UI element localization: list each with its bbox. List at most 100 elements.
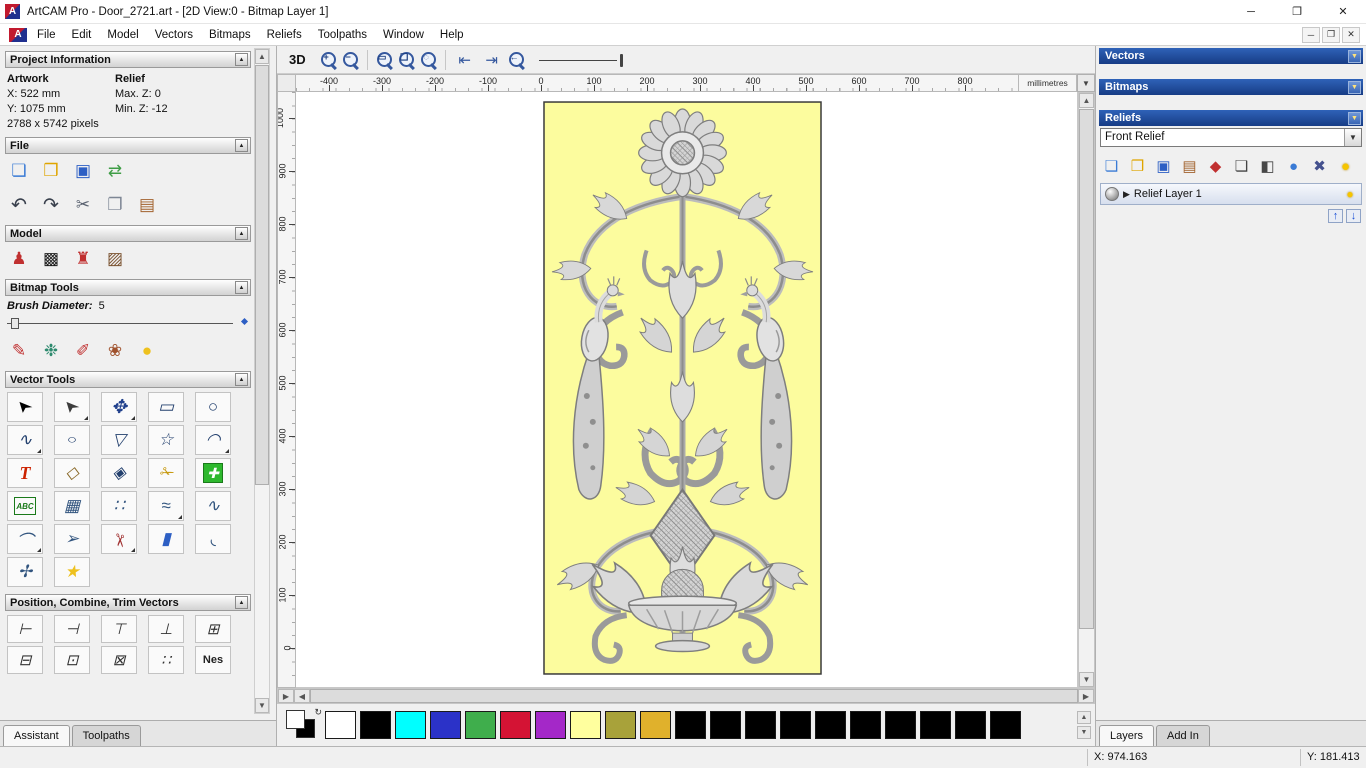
snap-right-icon[interactable]: ⇥ bbox=[480, 48, 504, 72]
expand-panel-button[interactable]: ▼ bbox=[1348, 80, 1361, 94]
maximize-button[interactable]: ❐ bbox=[1274, 0, 1320, 23]
zoom-in-icon[interactable]: + bbox=[319, 50, 338, 70]
cut-icon[interactable]: ✂ bbox=[71, 193, 95, 217]
menu-item[interactable]: File bbox=[29, 26, 64, 44]
menu-item[interactable]: Edit bbox=[64, 26, 100, 44]
text-block-tool[interactable]: ABC bbox=[7, 491, 43, 521]
menu-item[interactable]: Reliefs bbox=[259, 26, 310, 44]
palette-swatch[interactable] bbox=[465, 711, 496, 739]
drawing-canvas[interactable] bbox=[296, 92, 1078, 688]
save-relief-layer-icon[interactable]: ▣ bbox=[1152, 155, 1175, 177]
collapse-section-button[interactable]: ▲ bbox=[235, 227, 248, 240]
measure-tool[interactable]: ◇ bbox=[54, 458, 90, 488]
palette-swatch[interactable] bbox=[535, 711, 566, 739]
palette-swatch[interactable] bbox=[395, 711, 426, 739]
nesting-tool[interactable]: Nes bbox=[195, 646, 231, 674]
scroll-left-icon[interactable]: ◀ bbox=[294, 689, 310, 703]
collapse-section-button[interactable]: ▲ bbox=[235, 139, 248, 152]
mdi-minimize-icon[interactable]: ─ bbox=[1302, 26, 1320, 43]
paste-array-tool[interactable]: ∷ bbox=[101, 491, 137, 521]
set-model-size-icon[interactable]: ♟ bbox=[7, 247, 31, 271]
align-right-tool[interactable]: ⊣ bbox=[54, 615, 90, 643]
transform-vectors-tool[interactable]: ✥ bbox=[101, 392, 137, 422]
units-dropdown-icon[interactable]: ▼ bbox=[1077, 74, 1095, 92]
scroll-up-icon[interactable]: ▲ bbox=[1079, 93, 1094, 108]
scroll-down-icon[interactable]: ▼ bbox=[255, 698, 269, 713]
colour-mix-icon[interactable]: ❀ bbox=[103, 339, 127, 363]
palette-scroll-up-icon[interactable]: ▲ bbox=[1077, 711, 1091, 724]
palette-swatch[interactable] bbox=[815, 711, 846, 739]
join-vectors-tool[interactable]: ➢ bbox=[54, 524, 90, 554]
align-top-tool[interactable]: ⊤ bbox=[101, 615, 137, 643]
paste-icon[interactable]: ▤ bbox=[135, 193, 159, 217]
create-polygon-tool[interactable]: ▽ bbox=[101, 425, 137, 455]
create-text-tool[interactable]: T bbox=[7, 458, 43, 488]
ungroup-vectors-tool[interactable]: ⊡ bbox=[54, 646, 90, 674]
layer-expander-icon[interactable]: ▶ bbox=[1123, 189, 1130, 200]
menu-item[interactable]: Toolpaths bbox=[310, 26, 375, 44]
collapse-section-button[interactable]: ▲ bbox=[235, 596, 248, 609]
delete-layer-icon[interactable]: ✖ bbox=[1308, 155, 1331, 177]
chevron-down-icon[interactable]: ▼ bbox=[1344, 129, 1361, 146]
toggle-all-visibility-icon[interactable]: ● bbox=[1334, 155, 1357, 177]
align-bottom-tool[interactable]: ⊥ bbox=[148, 615, 184, 643]
create-circle-tool[interactable]: ○ bbox=[195, 392, 231, 422]
create-arc-tool[interactable]: ◠ bbox=[195, 425, 231, 455]
lighthouse-icon[interactable]: ♜ bbox=[71, 247, 95, 271]
palette-swatch[interactable] bbox=[745, 711, 776, 739]
flood-fill-icon[interactable]: ● bbox=[135, 339, 159, 363]
tab-layers[interactable]: Layers bbox=[1099, 725, 1155, 747]
new-sheet-icon[interactable]: ❏ bbox=[1230, 155, 1253, 177]
close-button[interactable]: ✕ bbox=[1320, 0, 1366, 23]
zoom-page-icon[interactable]: ❑ bbox=[397, 50, 416, 70]
move-layer-up-button[interactable]: ↑ bbox=[1328, 209, 1343, 223]
open-model-icon[interactable]: ❒ bbox=[39, 159, 63, 183]
trim-vectors-tool[interactable]: ✁ bbox=[148, 458, 184, 488]
fillet-tool[interactable]: ◟ bbox=[195, 524, 231, 554]
canvas-vertical-scrollbar[interactable]: ▲ ▼ bbox=[1078, 92, 1095, 688]
menu-item[interactable]: Window bbox=[375, 26, 432, 44]
tab-add-in[interactable]: Add In bbox=[1156, 725, 1210, 747]
wrap-vectors-tool[interactable]: ★ bbox=[54, 557, 90, 587]
expand-panel-button[interactable]: ▼ bbox=[1348, 111, 1361, 125]
menu-item[interactable]: Vectors bbox=[147, 26, 201, 44]
undo-icon[interactable]: ↶ bbox=[7, 193, 31, 217]
distort-vectors-tool[interactable]: ✢ bbox=[7, 557, 43, 587]
palette-swatch[interactable] bbox=[640, 711, 671, 739]
create-polyline-tool[interactable]: ∿ bbox=[7, 425, 43, 455]
create-ellipse-tool[interactable]: ○ bbox=[54, 425, 90, 455]
swap-colours-icon[interactable]: ↻ bbox=[314, 707, 322, 718]
select-vectors-tool[interactable]: ➤ bbox=[7, 392, 43, 422]
layer-visibility-icon[interactable]: ● bbox=[1343, 187, 1357, 201]
palette-swatch[interactable] bbox=[850, 711, 881, 739]
line-width-slider[interactable] bbox=[538, 52, 631, 68]
redo-icon[interactable]: ↷ bbox=[39, 193, 63, 217]
palette-swatch[interactable] bbox=[710, 711, 741, 739]
menu-item[interactable]: Model bbox=[99, 26, 146, 44]
extrude-tool[interactable]: ▮ bbox=[148, 524, 184, 554]
weld-vectors-tool[interactable]: ⊠ bbox=[101, 646, 137, 674]
array-copy-tool[interactable]: ∷ bbox=[148, 646, 184, 674]
fit-spline-tool[interactable]: ∿ bbox=[195, 491, 231, 521]
node-editing-tool[interactable]: ➤ bbox=[54, 392, 90, 422]
palette-swatch[interactable] bbox=[780, 711, 811, 739]
tab-assistant[interactable]: Assistant bbox=[3, 725, 70, 747]
zoom-box-icon[interactable]: ▭ bbox=[375, 50, 394, 70]
offset-vectors-tool[interactable]: ◈ bbox=[101, 458, 137, 488]
create-rectangle-tool[interactable]: ▭ bbox=[148, 392, 184, 422]
palette-swatch[interactable] bbox=[955, 711, 986, 739]
collapse-section-button[interactable]: ▲ bbox=[235, 53, 248, 66]
new-model-icon[interactable]: ❏ bbox=[7, 159, 31, 183]
collapse-section-button[interactable]: ▲ bbox=[235, 281, 248, 294]
expand-panel-button[interactable]: ▼ bbox=[1348, 49, 1361, 63]
palette-swatch[interactable] bbox=[500, 711, 531, 739]
scrollbar-thumb[interactable] bbox=[255, 65, 269, 485]
minimize-button[interactable]: ─ bbox=[1228, 0, 1274, 23]
save-model-icon[interactable]: ▣ bbox=[71, 159, 95, 183]
tab-toolpaths[interactable]: Toolpaths bbox=[71, 725, 141, 747]
palette-swatch[interactable] bbox=[570, 711, 601, 739]
scroll-up-icon[interactable]: ▲ bbox=[255, 49, 269, 64]
palette-swatch[interactable] bbox=[605, 711, 636, 739]
draw-icon[interactable]: ✐ bbox=[71, 339, 95, 363]
split-view-icon[interactable]: ▶ bbox=[278, 689, 294, 703]
